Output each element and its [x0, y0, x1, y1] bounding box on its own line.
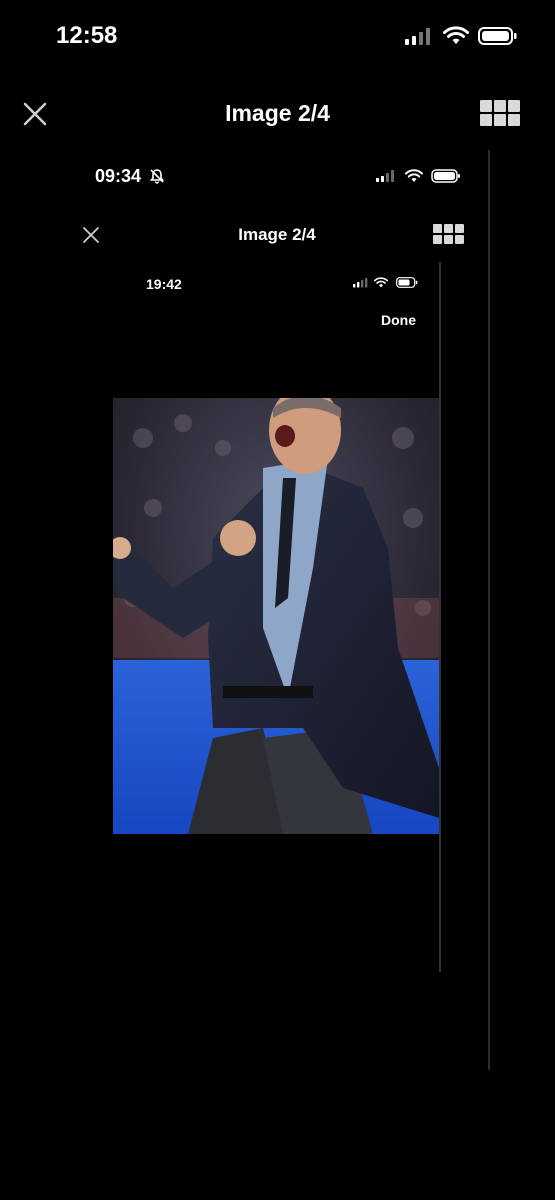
- grid-view-button[interactable]: [480, 100, 520, 126]
- battery-icon: [431, 169, 460, 183]
- status-time: 19:42: [146, 276, 182, 292]
- signal-icon: [405, 28, 430, 45]
- page-title: Image 2/4: [225, 100, 330, 126]
- page-title: Image 2/4: [238, 225, 316, 244]
- coach-celebrating-photo: [113, 398, 439, 834]
- bell-slash-icon: [149, 169, 165, 184]
- status-icons: [352, 277, 422, 289]
- status-icons: [375, 169, 465, 185]
- status-icons: [404, 26, 520, 48]
- close-icon: [83, 227, 99, 243]
- signal-icon: [353, 278, 368, 288]
- photo: [113, 398, 439, 834]
- close-button[interactable]: [82, 226, 100, 244]
- wifi-icon: [443, 26, 469, 44]
- grid-icon: [433, 224, 442, 233]
- grid-view-button[interactable]: [433, 224, 464, 244]
- battery-icon: [478, 27, 517, 45]
- status-time: 12:58: [56, 22, 118, 49]
- divider-line: [439, 262, 441, 972]
- wifi-icon: [374, 277, 388, 288]
- wifi-icon: [405, 169, 423, 182]
- status-time: 09:34: [95, 166, 165, 187]
- grid-icon: [480, 100, 492, 112]
- signal-icon: [376, 170, 394, 182]
- divider-line: [488, 150, 490, 1070]
- battery-icon: [396, 277, 418, 288]
- status-time-text: 09:34: [95, 166, 142, 186]
- done-button[interactable]: Done: [381, 312, 416, 328]
